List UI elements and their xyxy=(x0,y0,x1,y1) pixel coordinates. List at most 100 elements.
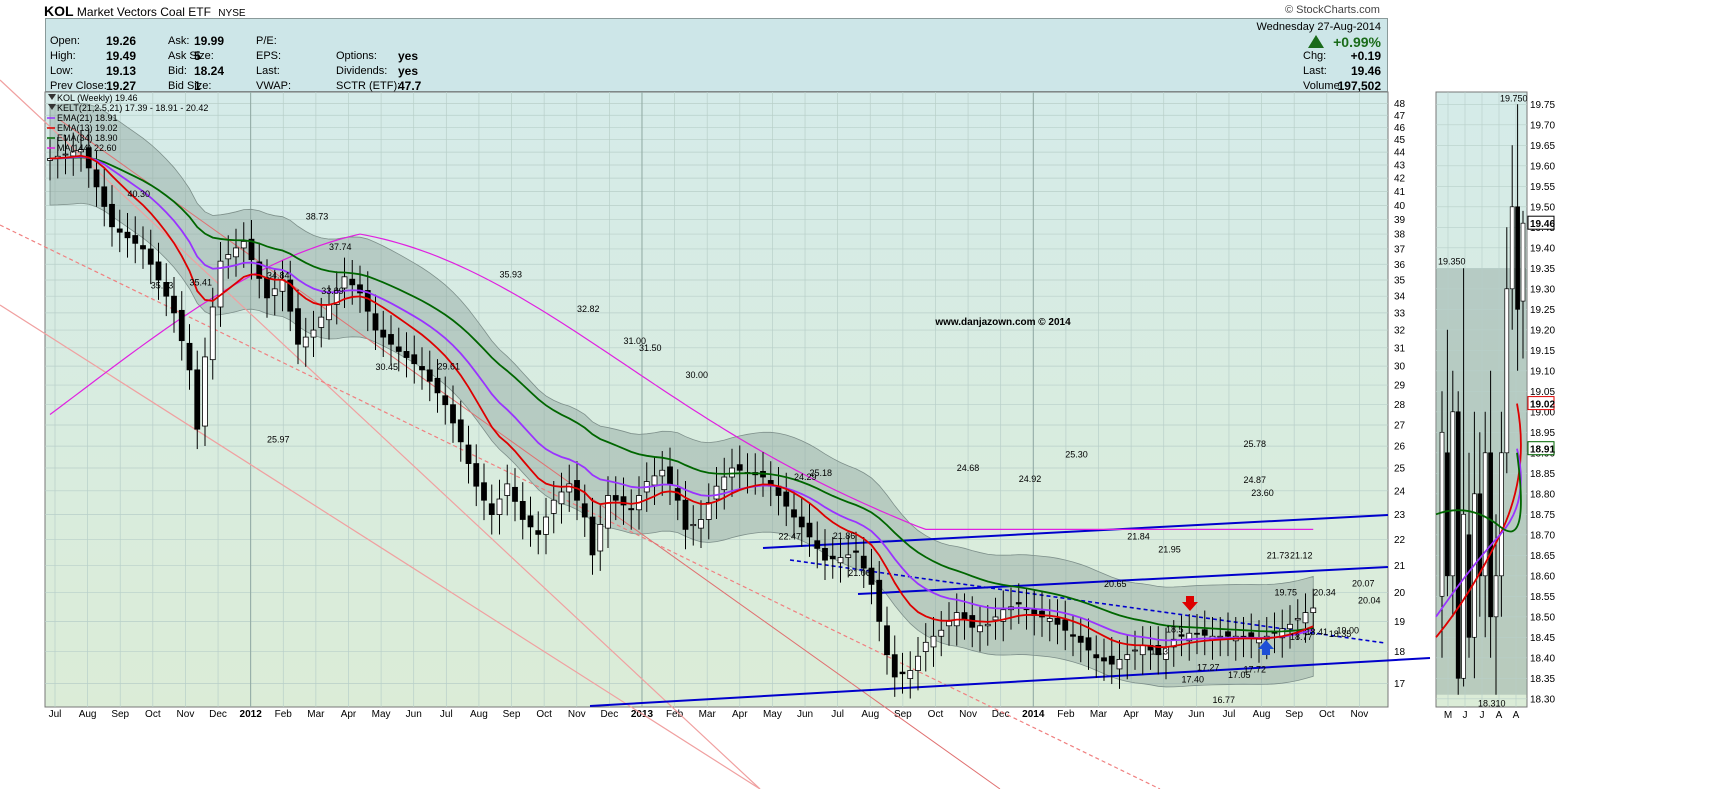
x-tick-label: Dec xyxy=(600,709,618,720)
x-tick-label: Jul xyxy=(1223,709,1236,720)
mini-candle-body xyxy=(1455,411,1461,679)
candle-body xyxy=(527,515,534,528)
mini-candle-body xyxy=(1466,534,1472,638)
candle-body xyxy=(124,231,131,239)
x-tick-label: Apr xyxy=(732,709,748,720)
candle-body xyxy=(922,641,929,652)
candle-body xyxy=(1132,649,1138,652)
candle-body xyxy=(667,466,673,486)
x-tick-label: Mar xyxy=(699,709,717,720)
price-annotation: 23.60 xyxy=(1251,488,1274,498)
price-annotation: 30.45 xyxy=(376,362,399,372)
candle-body xyxy=(1101,657,1107,662)
price-annotation: 38.73 xyxy=(306,211,329,221)
candle-body xyxy=(1070,634,1076,637)
mini-y-tick-label: 19.25 xyxy=(1530,305,1555,316)
candle-body xyxy=(783,491,790,507)
mini-candle-body xyxy=(1504,288,1510,454)
candle-body xyxy=(884,625,890,656)
y-tick-label: 26 xyxy=(1394,442,1406,453)
candle-body xyxy=(465,444,472,464)
x-tick-label: Mar xyxy=(307,709,325,720)
candle-body xyxy=(62,153,69,156)
candle-body xyxy=(566,483,573,493)
price-annotation: 17.40 xyxy=(1182,675,1205,685)
candle-body xyxy=(372,313,379,331)
price-annotation: 31.00 xyxy=(624,336,647,346)
candle-body xyxy=(1062,619,1069,631)
price-annotation: 25.97 xyxy=(267,435,290,445)
price-annotation: 18.77 xyxy=(1290,632,1313,642)
x-tick-label: May xyxy=(1154,709,1173,720)
y-tick-label: 41 xyxy=(1394,187,1406,198)
mini-y-tick-label: 19.30 xyxy=(1530,284,1555,295)
value-badge-label: 18.91 xyxy=(1530,445,1555,456)
candle-body xyxy=(891,654,898,678)
candle-body xyxy=(512,486,518,502)
candle-body xyxy=(682,499,689,530)
mini-y-tick-label: 19.70 xyxy=(1530,120,1555,131)
x-tick-label: Feb xyxy=(275,709,293,720)
candle-body xyxy=(1093,654,1100,659)
price-annotation: 24.87 xyxy=(1244,475,1267,485)
candle-body xyxy=(450,404,456,424)
candle-body xyxy=(496,498,503,516)
price-annotation: 20.34 xyxy=(1313,587,1336,597)
price-annotation: 21.73 xyxy=(1267,550,1290,560)
mini-y-tick-label: 18.35 xyxy=(1530,674,1555,685)
mini-candle-body xyxy=(1477,493,1483,577)
y-tick-label: 40 xyxy=(1394,201,1406,212)
candle-body xyxy=(876,579,883,622)
y-tick-label: 43 xyxy=(1394,160,1406,171)
candle-body xyxy=(1217,635,1224,638)
y-tick-label: 30 xyxy=(1394,362,1406,373)
price-annotation: 40.30 xyxy=(128,189,151,199)
x-tick-label: Oct xyxy=(1319,709,1335,720)
price-annotation: 19.75 xyxy=(1275,588,1298,598)
x-tick-label: Sep xyxy=(894,709,912,720)
x-tick-label: Nov xyxy=(959,709,977,720)
x-tick-label: Mar xyxy=(1090,709,1108,720)
candle-body xyxy=(806,522,813,538)
candle-body xyxy=(845,554,852,558)
candle-body xyxy=(992,616,999,621)
price-annotation: 37.74 xyxy=(329,242,352,252)
watermark-link: www.danjazown.com © 2014 xyxy=(934,317,1071,328)
candle-body xyxy=(1046,618,1053,622)
mini-x-tick-label: J xyxy=(1480,710,1485,721)
candle-body xyxy=(605,495,611,529)
candle-body xyxy=(1015,602,1022,605)
candle-body xyxy=(186,342,193,371)
candle-body xyxy=(116,228,123,233)
candle-body xyxy=(690,524,697,527)
candle-body xyxy=(814,540,821,549)
price-annotation: 20.04 xyxy=(1358,596,1381,606)
candle-body xyxy=(233,247,239,258)
mini-x-tick-label: A xyxy=(1496,710,1503,721)
mini-candle-body xyxy=(1509,206,1515,290)
price-annotation: 16.77 xyxy=(1213,695,1236,705)
price-annotation: 25.78 xyxy=(1244,439,1267,449)
candle-body xyxy=(194,369,201,430)
mini-y-tick-label: 19.65 xyxy=(1530,141,1555,152)
candle-body xyxy=(1256,638,1262,644)
x-tick-label: Apr xyxy=(341,709,357,720)
y-tick-label: 39 xyxy=(1394,215,1406,226)
candle-body xyxy=(519,500,526,520)
mini-y-tick-label: 18.55 xyxy=(1530,592,1555,603)
mini-y-tick-label: 18.85 xyxy=(1530,469,1555,480)
y-tick-label: 18 xyxy=(1394,647,1406,658)
candle-body xyxy=(1116,658,1123,670)
price-annotation: 24.92 xyxy=(1019,474,1042,484)
mini-y-tick-label: 19.75 xyxy=(1530,100,1555,111)
mini-y-tick-label: 18.60 xyxy=(1530,571,1555,582)
y-tick-label: 28 xyxy=(1394,400,1406,411)
price-annotation: 21.06 xyxy=(848,568,871,578)
candle-body xyxy=(1294,618,1301,621)
candle-body xyxy=(225,254,232,260)
candle-body xyxy=(651,475,658,486)
price-annotation: 25.30 xyxy=(1065,449,1088,459)
legend-entry: MA(144) 22.60 xyxy=(57,143,117,153)
candle-body xyxy=(426,369,433,382)
mini-y-tick-label: 18.75 xyxy=(1530,510,1555,521)
